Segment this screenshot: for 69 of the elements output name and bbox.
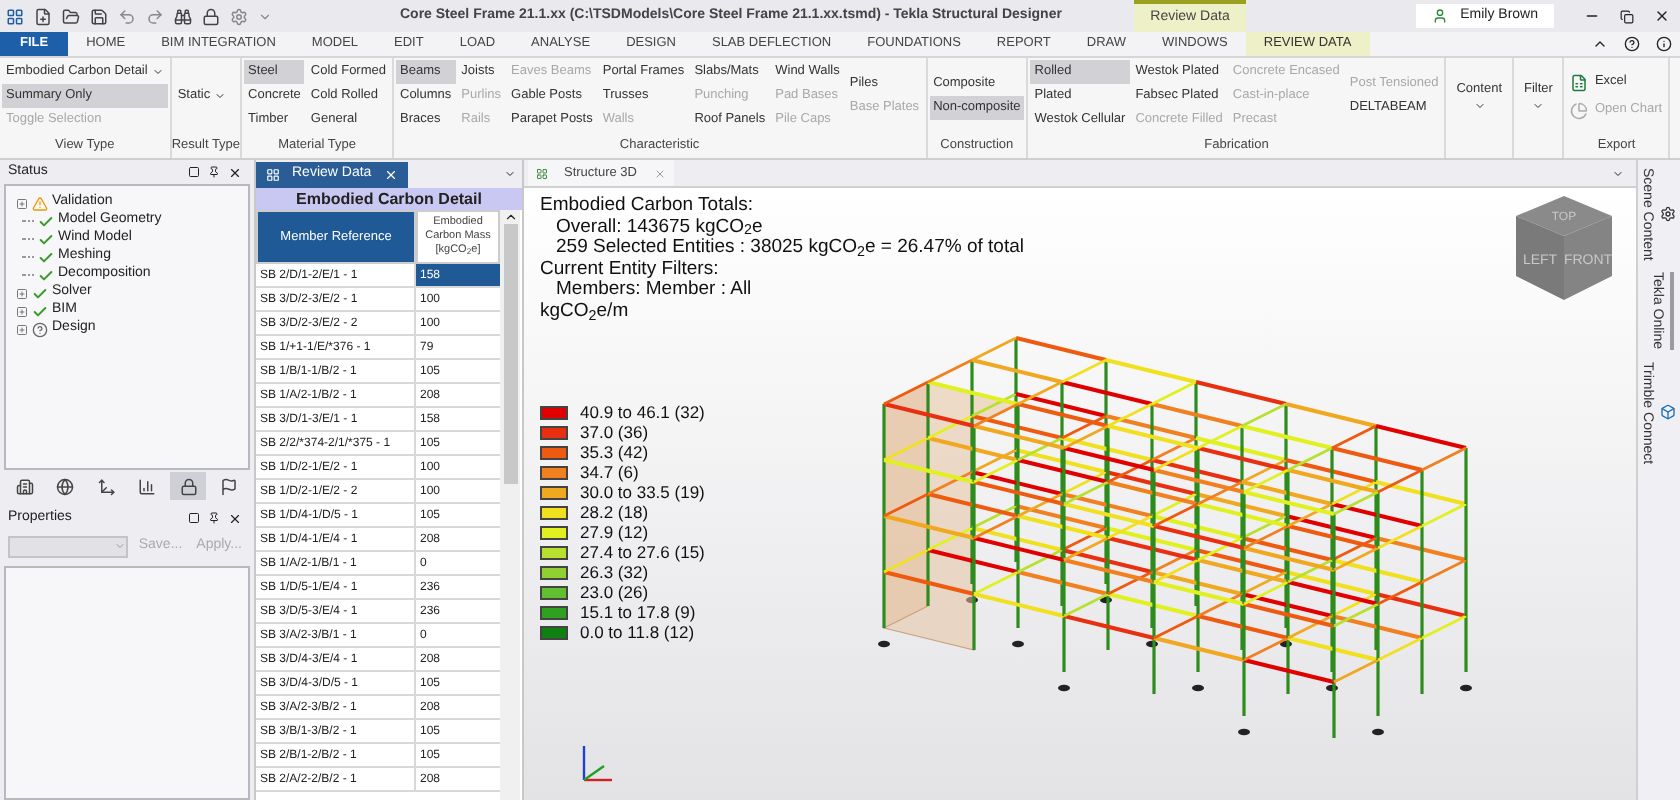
lock-icon[interactable] xyxy=(202,7,220,25)
grid-icon xyxy=(266,168,280,182)
help-icon[interactable] xyxy=(1624,36,1640,52)
legend-label: 30.0 to 33.5 (19) xyxy=(580,481,705,505)
table-title: Embodied Carbon Detail xyxy=(256,188,522,210)
summary-line: 259 Selected Entities : 38025 kgCO$_{2}$e = 26.47% of total xyxy=(556,238,1024,260)
float-icon[interactable] xyxy=(188,512,200,524)
legend-label: 35.3 (42) xyxy=(580,441,649,465)
save-icon[interactable] xyxy=(90,7,108,25)
pin-icon[interactable] xyxy=(208,512,220,524)
spreadsheet-icon xyxy=(1570,73,1589,92)
expand-icon[interactable] xyxy=(16,287,28,299)
flag-icon xyxy=(220,477,239,495)
caret-icon xyxy=(214,90,227,103)
caret-icon xyxy=(1532,100,1545,112)
info-icon[interactable] xyxy=(1656,36,1672,52)
restore-icon[interactable] xyxy=(1620,9,1634,23)
building-icon xyxy=(15,477,34,495)
binoculars-icon[interactable] xyxy=(174,7,192,25)
redo-icon[interactable] xyxy=(146,7,164,25)
close-icon[interactable] xyxy=(228,165,242,179)
caret-icon xyxy=(151,66,164,79)
legend-label: 15.1 to 17.8 (9) xyxy=(580,601,696,625)
caret-icon[interactable] xyxy=(258,9,272,23)
expand-icon[interactable] xyxy=(16,197,28,209)
new-file-icon[interactable] xyxy=(34,7,52,25)
cube-icon xyxy=(1659,404,1676,421)
close-icon[interactable] xyxy=(228,511,242,525)
summary-line: Overall: 143675 kgCO$_{2}$e xyxy=(556,217,763,239)
legend-label: 37.0 (36) xyxy=(580,419,649,445)
caret-icon[interactable] xyxy=(1612,167,1624,179)
float-icon[interactable] xyxy=(188,166,200,178)
expand-icon[interactable] xyxy=(16,305,28,317)
expand-icon[interactable] xyxy=(16,323,28,335)
close-icon[interactable] xyxy=(1654,8,1670,24)
collapse-icon[interactable] xyxy=(1592,36,1608,52)
axes-icon xyxy=(97,477,116,495)
warning-icon xyxy=(32,195,48,211)
caret-icon[interactable] xyxy=(504,168,516,180)
toolbar-button[interactable] xyxy=(170,472,207,500)
app-icon[interactable] xyxy=(6,7,24,25)
summary-line: Members: Member : All xyxy=(556,280,752,302)
gear-icon xyxy=(1659,206,1676,223)
legend-label: 27.4 to 27.6 (15) xyxy=(580,541,705,565)
folder-icon[interactable] xyxy=(62,7,80,25)
grid-icon xyxy=(536,167,548,179)
scroll-up-icon[interactable] xyxy=(503,210,517,224)
scrollbar[interactable] xyxy=(500,210,520,800)
legend-label: 40.9 to 46.1 (32) xyxy=(580,399,705,425)
legend-label: 28.2 (18) xyxy=(580,499,649,525)
settings-icon[interactable] xyxy=(230,7,248,25)
pin-icon[interactable] xyxy=(208,166,220,178)
legend-label: 27.9 (12) xyxy=(580,521,649,545)
summary-heading: Embodied Carbon Totals: xyxy=(540,196,753,218)
bar-chart-icon xyxy=(138,477,157,495)
legend-label: 34.7 (6) xyxy=(580,461,639,485)
user-icon xyxy=(1432,8,1449,24)
unit-label: kgCO$_{2}$e/m xyxy=(540,301,629,324)
summary-heading: Current Entity Filters: xyxy=(540,259,719,280)
legend-label: 23.0 (26) xyxy=(580,581,649,605)
legend-label: 0.0 to 11.8 (12) xyxy=(580,621,695,645)
globe-icon xyxy=(56,477,75,495)
caret-icon xyxy=(1473,100,1486,112)
caret-icon xyxy=(114,540,127,552)
help-icon xyxy=(32,321,48,337)
pie-chart-icon xyxy=(1570,101,1589,120)
undo-icon[interactable] xyxy=(118,7,136,25)
lock-icon xyxy=(179,477,198,495)
legend-label: 26.3 (32) xyxy=(580,559,649,585)
